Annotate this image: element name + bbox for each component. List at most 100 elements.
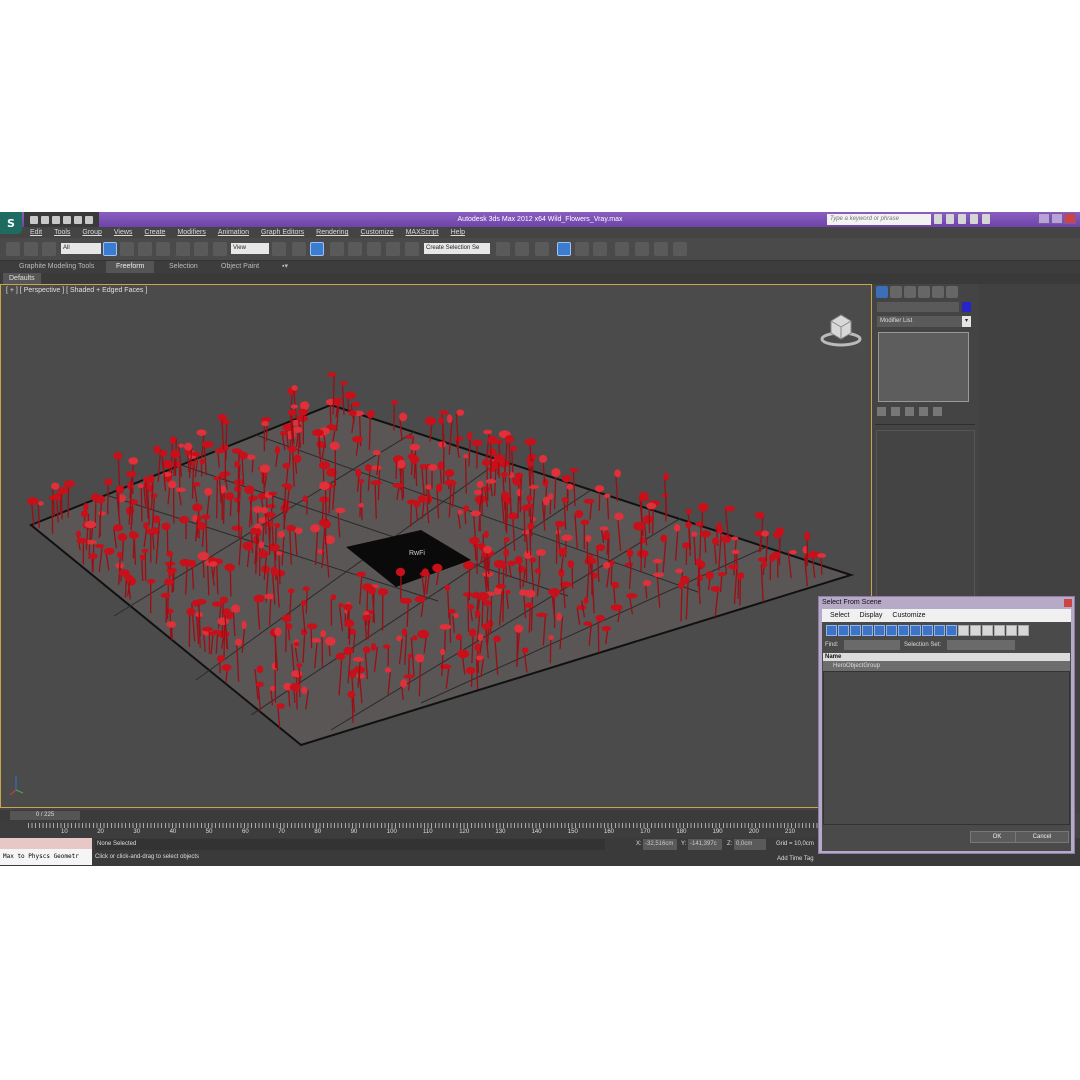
geometry-filter-icon[interactable] [826, 625, 837, 636]
menu-help[interactable]: Help [451, 227, 465, 238]
modifier-stack[interactable] [878, 332, 969, 402]
menu-tools[interactable]: Tools [54, 227, 70, 238]
maxscript-output[interactable]: Max to Physcs Geometr [0, 849, 92, 865]
help-icon[interactable] [982, 214, 990, 224]
menu-modifiers[interactable]: Modifiers [177, 227, 205, 238]
mirror-icon[interactable] [496, 242, 510, 256]
spacewarps-filter-icon[interactable] [886, 625, 897, 636]
tab-object-paint[interactable]: Object Paint [221, 261, 259, 273]
bind-spacewarp-icon[interactable] [42, 242, 56, 256]
window-crossing-icon[interactable] [156, 242, 170, 256]
rendered-frame-icon[interactable] [654, 242, 668, 256]
find-input[interactable] [844, 640, 900, 650]
new-icon[interactable] [30, 215, 38, 224]
link-icon[interactable] [6, 242, 20, 256]
lights-filter-icon[interactable] [850, 625, 861, 636]
tab-selection[interactable]: Selection [169, 261, 198, 273]
rotate-icon[interactable] [194, 242, 208, 256]
select-none-icon[interactable] [982, 625, 993, 636]
selection-filter-select[interactable]: All [61, 243, 101, 254]
remove-modifier-icon[interactable] [919, 407, 928, 416]
utilities-tab-icon[interactable] [946, 286, 958, 298]
menu-rendering[interactable]: Rendering [316, 227, 348, 238]
make-unique-icon[interactable] [905, 407, 914, 416]
object-color-swatch[interactable] [962, 302, 971, 312]
ribbon-options-icon[interactable]: ▪▾ [282, 261, 288, 273]
render-teapot-icon[interactable] [673, 242, 687, 256]
chevron-down-icon[interactable]: ▾ [962, 316, 971, 327]
menu-group[interactable]: Group [82, 227, 101, 238]
time-slider[interactable]: 0 / 225 [0, 810, 872, 821]
funnel-filter-icon[interactable] [1006, 625, 1017, 636]
defaults-label[interactable]: Defaults [3, 273, 41, 284]
layer-manager-icon[interactable] [535, 242, 549, 256]
bones-filter-icon[interactable] [922, 625, 933, 636]
dialog-menu-display[interactable]: Display [859, 609, 882, 622]
close-button[interactable] [1064, 213, 1076, 224]
hierarchy-tab-icon[interactable] [904, 286, 916, 298]
cameras-filter-icon[interactable] [862, 625, 873, 636]
communication-icon[interactable] [958, 214, 966, 224]
move-icon[interactable] [176, 242, 190, 256]
modifier-list-select[interactable]: Modifier List ▾ [877, 316, 971, 327]
select-object-icon[interactable] [103, 242, 117, 256]
curve-editor-icon[interactable] [575, 242, 589, 256]
helpers-filter-icon[interactable] [874, 625, 885, 636]
menu-create[interactable]: Create [144, 227, 165, 238]
tab-freeform[interactable]: Freeform [106, 261, 155, 273]
search-input[interactable]: Type a keyword or phrase [827, 214, 931, 225]
scale-icon[interactable] [213, 242, 227, 256]
object-name-field[interactable] [877, 302, 959, 312]
x-coordinate-field[interactable]: -32,516cm [643, 839, 677, 850]
menu-animation[interactable]: Animation [218, 227, 249, 238]
keyboard-shortcut-override-icon[interactable] [310, 242, 324, 256]
maxscript-listener-input[interactable] [0, 838, 92, 849]
angle-snap-icon[interactable] [348, 242, 362, 256]
select-manipulate-icon[interactable] [292, 242, 306, 256]
frame-display[interactable]: 0 / 225 [10, 811, 80, 820]
containers-filter-icon[interactable] [934, 625, 945, 636]
hidden-filter-icon[interactable] [958, 625, 969, 636]
favorites-icon[interactable] [970, 214, 978, 224]
create-tab-icon[interactable] [876, 286, 888, 298]
dialog-menu-select[interactable]: Select [830, 609, 849, 622]
project-folder-icon[interactable] [85, 215, 93, 224]
track-bar[interactable]: 10 20 30 40 50 60 70 80 90 100 110 120 130 140 150 160 1… [0, 821, 818, 838]
redo-icon[interactable] [74, 215, 82, 224]
select-invert-icon[interactable] [994, 625, 1005, 636]
list-item[interactable]: HeroObjectGroup [823, 661, 1070, 671]
menu-customize[interactable]: Customize [360, 227, 393, 238]
viewcube-icon[interactable] [820, 314, 862, 347]
subscription-icon[interactable] [946, 214, 954, 224]
add-time-tag[interactable]: Add Time Tag [777, 854, 814, 865]
binoculars-icon[interactable] [934, 214, 942, 224]
groups-filter-icon[interactable] [898, 625, 909, 636]
configure-sets-icon[interactable] [933, 407, 942, 416]
named-selection-set-select[interactable]: Create Selection Se [424, 243, 490, 254]
perspective-viewport[interactable]: [ + ] [ Perspective ] [ Shaded + Edged F… [0, 284, 872, 808]
pivot-center-icon[interactable] [272, 242, 286, 256]
frozen-filter-icon[interactable] [946, 625, 957, 636]
modify-tab-icon[interactable] [890, 286, 902, 298]
display-tab-icon[interactable] [932, 286, 944, 298]
object-list[interactable] [823, 671, 1070, 825]
material-editor-icon[interactable] [615, 242, 629, 256]
graphite-toggle-icon[interactable] [557, 242, 571, 256]
select-by-name-icon[interactable] [120, 242, 134, 256]
snaps-toggle-icon[interactable] [330, 242, 344, 256]
unlink-icon[interactable] [24, 242, 38, 256]
select-all-icon[interactable] [970, 625, 981, 636]
menu-edit[interactable]: Edit [30, 227, 42, 238]
render-setup-icon[interactable] [635, 242, 649, 256]
rectangle-selection-icon[interactable] [138, 242, 152, 256]
y-coordinate-field[interactable]: -141,397c [688, 839, 722, 850]
show-end-result-icon[interactable] [891, 407, 900, 416]
app-menu-button[interactable]: S [0, 212, 22, 234]
motion-tab-icon[interactable] [918, 286, 930, 298]
minimize-button[interactable] [1038, 213, 1050, 224]
dialog-menu-customize[interactable]: Customize [892, 609, 925, 622]
schematic-view-icon[interactable] [593, 242, 607, 256]
shapes-filter-icon[interactable] [838, 625, 849, 636]
selection-set-select[interactable] [947, 640, 1015, 650]
dialog-close-icon[interactable] [1064, 599, 1072, 607]
